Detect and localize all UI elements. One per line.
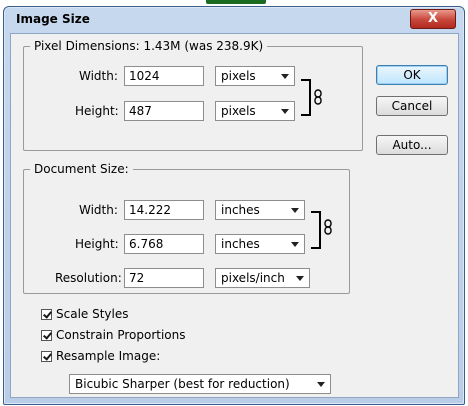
resample-image-checkbox[interactable] bbox=[41, 351, 52, 362]
pixel-dimensions-group: Pixel Dimensions: 1.43M (was 238.9K) bbox=[23, 39, 363, 151]
close-icon: X bbox=[427, 11, 439, 26]
cancel-button[interactable]: Cancel bbox=[376, 96, 448, 116]
image-size-dialog: Image Size X Pixel Dimensions: 1.43M (wa… bbox=[3, 6, 465, 405]
pixel-width-label: Width: bbox=[79, 69, 118, 83]
constrain-proportions-checkbox[interactable] bbox=[41, 330, 52, 341]
resolution-label: Resolution: bbox=[55, 271, 122, 285]
pixel-height-input[interactable]: 487 bbox=[124, 101, 204, 121]
pixel-width-unit-select[interactable]: pixels bbox=[215, 66, 295, 86]
pixel-link-bracket bbox=[301, 79, 311, 116]
resolution-unit-value: pixels/inch bbox=[221, 271, 285, 285]
chevron-down-icon bbox=[291, 242, 299, 247]
chain-link-icon[interactable] bbox=[314, 89, 322, 105]
resolution-unit-select[interactable]: pixels/inch bbox=[215, 268, 310, 288]
chevron-down-icon bbox=[281, 74, 289, 79]
document-width-unit-value: inches bbox=[221, 203, 260, 217]
pixel-width-input[interactable]: 1024 bbox=[124, 66, 204, 86]
resample-method-value: Bicubic Sharper (best for reduction) bbox=[75, 377, 290, 391]
document-height-label: Height: bbox=[75, 237, 119, 251]
pixel-height-label: Height: bbox=[75, 104, 119, 118]
pixel-height-unit-value: pixels bbox=[221, 104, 256, 118]
dialog-content: Pixel Dimensions: 1.43M (was 238.9K) Wid… bbox=[10, 33, 459, 398]
dialog-title: Image Size bbox=[16, 12, 90, 26]
chevron-down-icon bbox=[291, 208, 299, 213]
resolution-input[interactable]: 72 bbox=[124, 268, 204, 288]
chain-link-icon[interactable] bbox=[324, 219, 332, 235]
pixel-height-unit-select[interactable]: pixels bbox=[215, 101, 295, 121]
constrain-proportions-label: Constrain Proportions bbox=[56, 328, 186, 342]
document-height-input[interactable]: 6.768 bbox=[124, 234, 204, 254]
chevron-down-icon bbox=[296, 276, 304, 281]
auto-button[interactable]: Auto... bbox=[376, 135, 448, 155]
close-button[interactable]: X bbox=[410, 9, 456, 29]
document-width-unit-select[interactable]: inches bbox=[215, 200, 305, 220]
green-cutoff-graphic bbox=[206, 0, 266, 4]
scale-styles-label: Scale Styles bbox=[56, 307, 129, 321]
pixel-width-unit-value: pixels bbox=[221, 69, 256, 83]
ok-button[interactable]: OK bbox=[376, 65, 448, 85]
document-height-unit-select[interactable]: inches bbox=[215, 234, 305, 254]
document-height-unit-value: inches bbox=[221, 237, 260, 251]
document-size-legend: Document Size: bbox=[34, 162, 129, 176]
resample-method-select[interactable]: Bicubic Sharper (best for reduction) bbox=[69, 374, 331, 394]
scale-styles-checkbox[interactable] bbox=[41, 309, 52, 320]
pixel-dimensions-legend: Pixel Dimensions: 1.43M (was 238.9K) bbox=[34, 39, 264, 53]
document-width-input[interactable]: 14.222 bbox=[124, 200, 204, 220]
title-bar: Image Size X bbox=[4, 7, 464, 33]
document-link-bracket bbox=[311, 211, 321, 249]
chevron-down-icon bbox=[317, 382, 325, 387]
document-width-label: Width: bbox=[79, 203, 118, 217]
resample-image-label: Resample Image: bbox=[56, 349, 161, 363]
chevron-down-icon bbox=[281, 109, 289, 114]
